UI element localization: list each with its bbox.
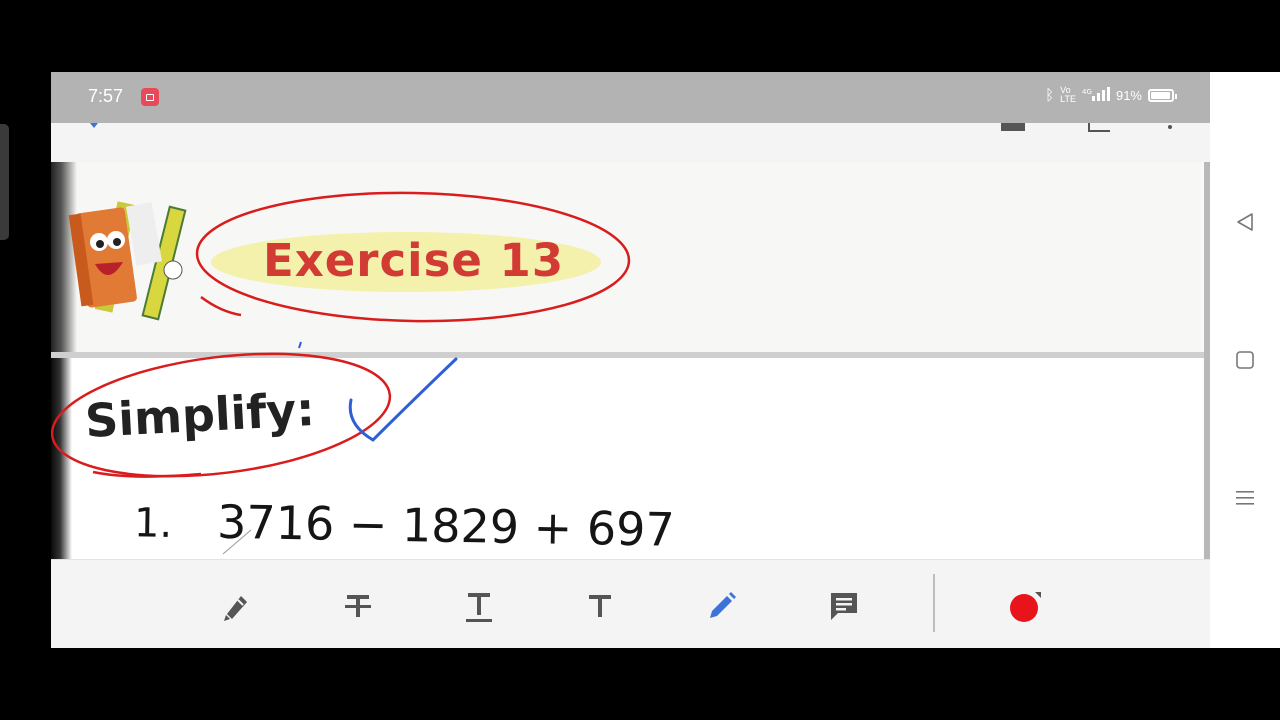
more-icon[interactable] xyxy=(1168,125,1172,129)
pencil-mark xyxy=(222,529,252,555)
app-screen: 7:57 ᛒ Vo LTE 4G 91% Exercise 13 Simplif… xyxy=(51,72,1210,648)
status-bar: 7:57 ᛒ Vo LTE 4G 91% xyxy=(51,72,1210,123)
edit-icon[interactable] xyxy=(1088,123,1110,132)
screen-record-icon xyxy=(141,88,159,106)
strikethrough-text-icon[interactable] xyxy=(338,586,378,626)
ink-annotations xyxy=(51,191,631,555)
color-dot-icon[interactable] xyxy=(1005,586,1045,626)
battery-icon xyxy=(1148,88,1177,102)
navigation-bar xyxy=(1210,72,1280,648)
status-time: 7:57 xyxy=(88,86,124,106)
view-icon[interactable] xyxy=(1001,123,1025,131)
pencil-icon[interactable] xyxy=(702,586,742,626)
battery-percent: 91% xyxy=(1115,87,1142,103)
heading-circle-annotation xyxy=(195,191,631,323)
heading-circle-tail xyxy=(200,295,242,317)
ink-dash xyxy=(298,341,302,349)
back-icon[interactable] xyxy=(1233,210,1257,234)
comment-icon[interactable] xyxy=(824,586,864,626)
edge-panel-handle[interactable] xyxy=(0,124,9,240)
volte-icon: Vo LTE xyxy=(1060,85,1076,104)
document-viewer[interactable]: Exercise 13 Simplify: 1. 3716 − 1829 + 69… xyxy=(51,162,1210,559)
instruction-circle-tail xyxy=(92,470,202,478)
text-icon[interactable] xyxy=(580,586,620,626)
underline-text-icon[interactable] xyxy=(459,586,499,626)
instruction-circle-annotation xyxy=(51,352,392,478)
signal-icon: 4G xyxy=(1082,86,1110,104)
svg-text:4G: 4G xyxy=(1082,88,1092,96)
highlighter-icon[interactable] xyxy=(215,586,255,626)
annotation-toolbar xyxy=(51,559,1210,648)
dropdown-icon[interactable] xyxy=(90,123,98,128)
toolbar-divider xyxy=(933,574,935,632)
home-icon[interactable] xyxy=(1233,348,1257,372)
app-bar xyxy=(51,123,1210,162)
bluetooth-icon: ᛒ xyxy=(1045,86,1055,104)
status-icons: ᛒ Vo LTE 4G 91% xyxy=(1045,85,1177,104)
recents-icon[interactable] xyxy=(1233,486,1257,510)
